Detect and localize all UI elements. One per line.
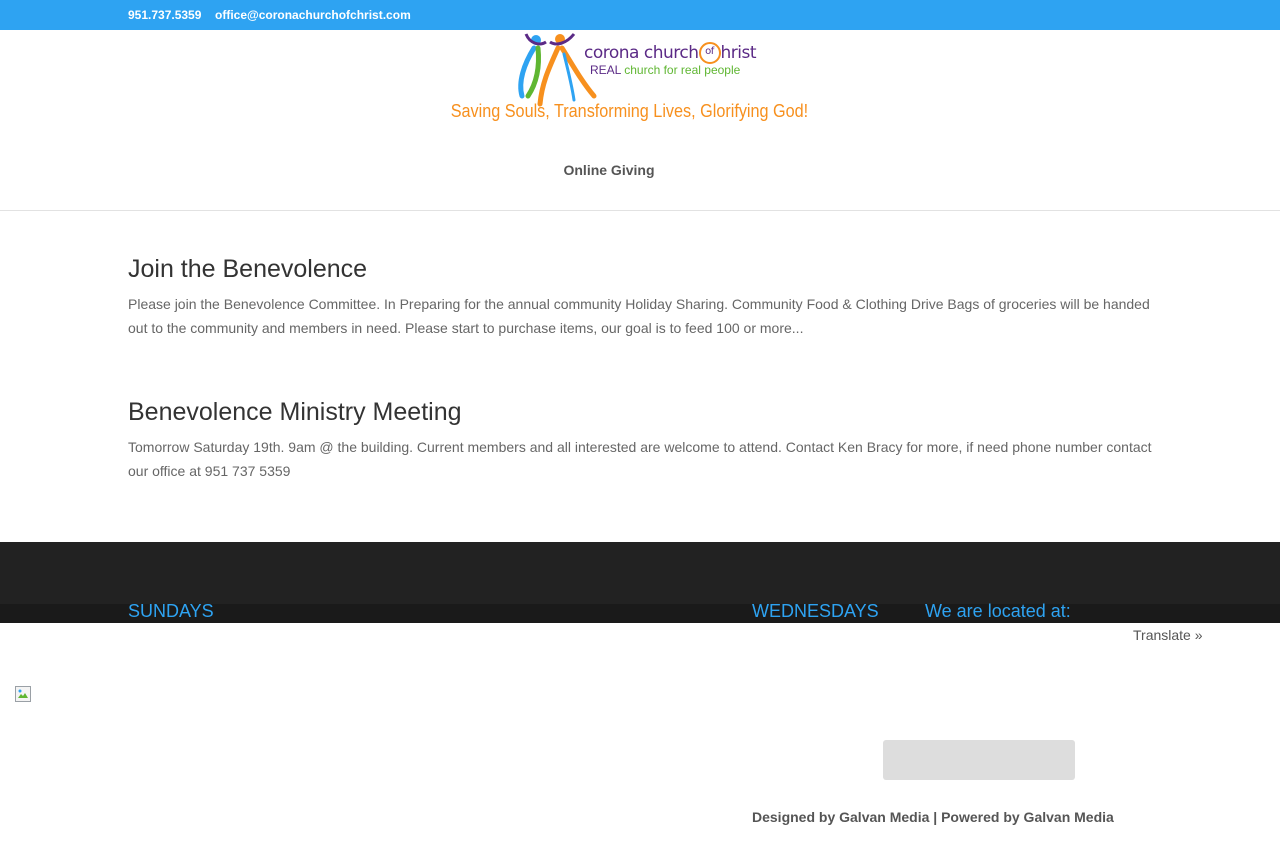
post-item: Benevolence Ministry Meeting Tomorrow Sa… bbox=[128, 396, 1158, 483]
site-logo[interactable]: corona church of hrist REAL church for rea… bbox=[514, 30, 757, 108]
post-item: Join the Benevolence Please join the Ben… bbox=[128, 253, 1158, 340]
email-link[interactable]: office@coronachurchofchrist.com bbox=[215, 8, 411, 22]
broken-image-icon bbox=[15, 686, 31, 702]
logo-wordmark-prefix: corona church bbox=[584, 43, 699, 63]
footer-sundays-heading: SUNDAYS bbox=[128, 601, 214, 621]
nav-item-online-giving[interactable]: Online Giving bbox=[563, 162, 654, 178]
footer-button-placeholder[interactable] bbox=[883, 740, 1075, 780]
translate-link[interactable]: Translate » bbox=[1133, 627, 1203, 643]
logo-wordmark: corona church of hrist bbox=[584, 42, 757, 64]
top-bar: 951.737.5359 office@coronachurchofchrist… bbox=[0, 0, 1280, 30]
logo-wordmark-suffix: hrist bbox=[720, 43, 757, 63]
logo-subline: REAL church for real people bbox=[590, 63, 740, 77]
header-divider bbox=[0, 210, 1280, 211]
main-nav: Online Giving bbox=[0, 162, 1218, 180]
post-excerpt: Tomorrow Saturday 19th. 9am @ the buildi… bbox=[128, 439, 1152, 479]
footer-location-heading: We are located at: bbox=[925, 601, 1071, 621]
post-title[interactable]: Benevolence Ministry Meeting bbox=[128, 396, 1158, 428]
footer-wednesdays-heading: WEDNESDAYS bbox=[752, 601, 879, 621]
site-tagline: Saving Souls, Transforming Lives, Glorif… bbox=[450, 101, 809, 121]
logo-subline-rest: church for real people bbox=[620, 63, 741, 77]
post-excerpt: Please join the Benevolence Committee. I… bbox=[128, 296, 1150, 336]
logo-wordmark-of: of bbox=[698, 42, 721, 64]
footer-credits: Designed by Galvan Media | Powered by Ga… bbox=[752, 809, 1114, 825]
post-title[interactable]: Join the Benevolence bbox=[128, 253, 1158, 285]
logo-subline-real: REAL bbox=[590, 63, 621, 77]
phone-number[interactable]: 951.737.5359 bbox=[128, 8, 201, 22]
